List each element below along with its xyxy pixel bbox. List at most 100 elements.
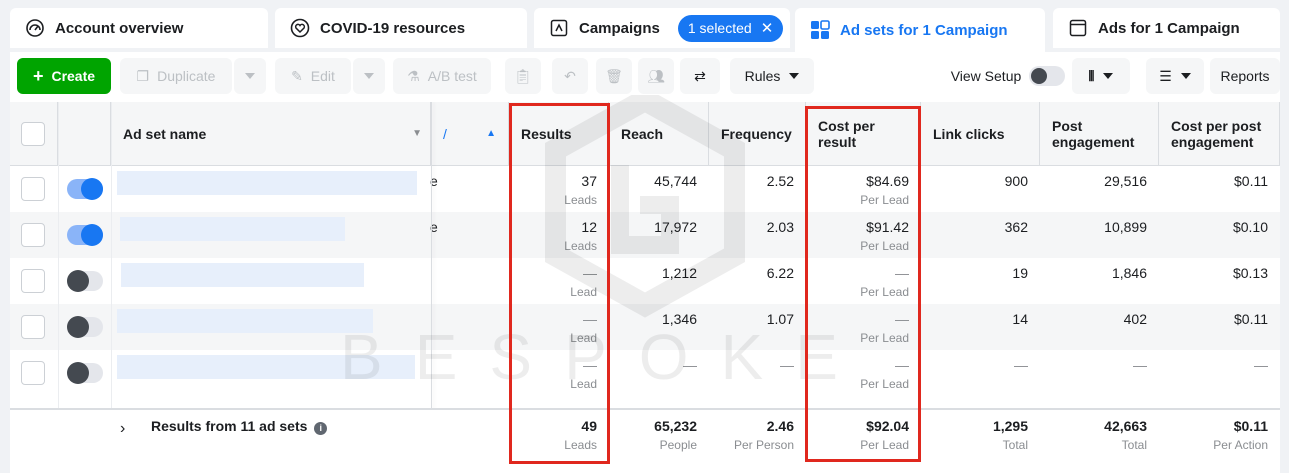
cell-clicks: 900 [921, 166, 1040, 212]
total-value: 65,232 [654, 418, 697, 434]
audience-button[interactable]: 👥︎ [638, 58, 674, 94]
cell-value: 362 [1004, 219, 1028, 235]
tab-bar: Account overview COVID-19 resources Camp… [10, 8, 1280, 52]
breakdown-button[interactable]: ☰ [1146, 58, 1204, 94]
duplicate-button[interactable]: ❐ Duplicate [120, 58, 232, 94]
edit-button[interactable]: ✎ Edit [275, 58, 351, 94]
delivery-toggle[interactable] [67, 316, 103, 338]
reports-button[interactable]: Reports [1210, 58, 1280, 94]
delivery-toggle[interactable] [67, 178, 103, 200]
view-setup-toggle[interactable]: View Setup [948, 58, 1068, 94]
select-all-cell [10, 102, 58, 166]
cell-engagement: 10,899 [1040, 212, 1159, 258]
cell-engagement: — [1040, 350, 1159, 396]
tab-label: COVID-19 resources [320, 19, 466, 37]
total-reach: 65,232 People [609, 418, 709, 452]
col-label: Cost per post engagement [1171, 118, 1262, 150]
cell-value: 19 [1012, 265, 1028, 281]
tab-campaigns[interactable]: Campaigns 1 selected ✕ [534, 8, 790, 48]
cell-cpe: $0.11 [1159, 166, 1280, 212]
cell-engagement: 402 [1040, 304, 1159, 350]
share-button[interactable]: ⇄ [680, 58, 720, 94]
total-value: $0.11 [1233, 418, 1268, 434]
col-post-engagement[interactable]: Post engagement [1040, 102, 1159, 166]
tab-label: Ad sets for 1 Campaign [840, 21, 1008, 39]
edit-label: Edit [310, 68, 335, 84]
total-cost-per-post-engagement: $0.11 Per Action [1159, 418, 1280, 452]
duplicate-icon: ❐ [136, 67, 150, 84]
row-checkbox[interactable] [21, 223, 45, 247]
toggle-column-header [58, 102, 111, 166]
cell-clicks: — [921, 350, 1040, 396]
view-setup-switch[interactable] [1029, 66, 1066, 86]
tab-label: Account overview [55, 19, 184, 37]
row-checkbox[interactable] [21, 269, 45, 293]
redacted-ad-set-name[interactable] [120, 217, 345, 241]
redacted-ad-set-name[interactable] [121, 263, 364, 287]
total-link-clicks: 1,295 Total [921, 418, 1040, 452]
breakdown-icon: ☰ [1159, 67, 1172, 84]
rules-label: Rules [744, 68, 781, 84]
totals-row: › Results from 11 ad sets i 49 Leads 65,2… [10, 408, 1280, 473]
clipboard-button[interactable]: 📋︎ [505, 58, 541, 94]
cell-value: — [1014, 357, 1028, 373]
row-checkbox[interactable] [21, 361, 45, 385]
redacted-ad-set-name[interactable] [117, 309, 373, 333]
duplicate-dropdown[interactable] [234, 58, 266, 94]
total-unit: Per Action [1213, 438, 1268, 452]
ab-test-button[interactable]: ⚗ A/B test [393, 58, 491, 94]
flag-icon [548, 17, 570, 39]
edit-dropdown[interactable] [353, 58, 385, 94]
columns-button[interactable]: ⫴ [1072, 58, 1130, 94]
col-link-clicks[interactable]: Link clicks [921, 102, 1040, 166]
create-button[interactable]: + Create [17, 58, 111, 94]
info-icon[interactable]: i [314, 422, 328, 435]
cost-per-result-highlight-box [805, 106, 921, 462]
chevron-down-icon [245, 73, 255, 79]
reports-label: Reports [1220, 68, 1270, 84]
total-value: 42,663 [1104, 418, 1147, 434]
cell-cpe: $0.10 [1159, 212, 1280, 258]
tab-covid-resources[interactable]: COVID-19 resources [275, 8, 527, 48]
delivery-toggle[interactable] [67, 224, 103, 246]
people-icon: 👥︎ [647, 67, 665, 84]
delivery-toggle[interactable] [67, 270, 103, 292]
total-frequency: 2.46 Per Person [709, 418, 806, 452]
col-cost-per-post-engagement[interactable]: Cost per post engagement [1159, 102, 1280, 166]
totals-label: Results from 11 ad sets i [151, 418, 328, 435]
total-unit: People [659, 438, 697, 452]
tab-account-overview[interactable]: Account overview [10, 8, 268, 48]
delete-button[interactable]: 🗑︎ [596, 58, 632, 94]
chevron-down-icon [1180, 73, 1191, 79]
clipboard-icon: 📋︎ [514, 67, 532, 84]
expand-chevron-icon[interactable]: › [120, 420, 125, 438]
select-all-checkbox[interactable] [21, 122, 45, 146]
sort-caret-icon: ▼ [412, 128, 422, 139]
rules-button[interactable]: Rules [730, 58, 814, 94]
redacted-ad-set-name[interactable] [117, 171, 417, 195]
col-ad-set-name[interactable]: Ad set name ▼ [111, 102, 431, 166]
pencil-icon: ✎ [291, 67, 303, 84]
close-icon[interactable]: ✕ [761, 19, 774, 37]
cell-value: 10,899 [1104, 219, 1147, 235]
undo-button[interactable]: ↶ [552, 58, 588, 94]
delivery-partial-label: / [443, 126, 447, 142]
cell-value: $0.13 [1232, 265, 1268, 281]
tab-ads[interactable]: Ads for 1 Campaign [1053, 8, 1280, 48]
cell-value: 900 [1004, 173, 1028, 189]
row-checkbox[interactable] [21, 315, 45, 339]
cell-value: 2.03 [766, 219, 794, 235]
cell-value: — [1254, 357, 1268, 373]
cell-clicks: 362 [921, 212, 1040, 258]
total-unit: Per Person [733, 438, 794, 452]
total-post-engagement: 42,663 Total [1040, 418, 1159, 452]
row-checkbox[interactable] [21, 177, 45, 201]
col-delivery[interactable]: / ▲ [431, 102, 509, 166]
selected-filter-pill[interactable]: 1 selected ✕ [677, 14, 784, 42]
delivery-toggle[interactable] [67, 362, 103, 384]
cell-cpe: $0.11 [1159, 304, 1280, 350]
heart-icon [289, 17, 311, 39]
duplicate-label: Duplicate [157, 68, 216, 84]
total-value: 1,295 [992, 418, 1028, 434]
tab-ad-sets[interactable]: Ad sets for 1 Campaign [795, 8, 1045, 52]
